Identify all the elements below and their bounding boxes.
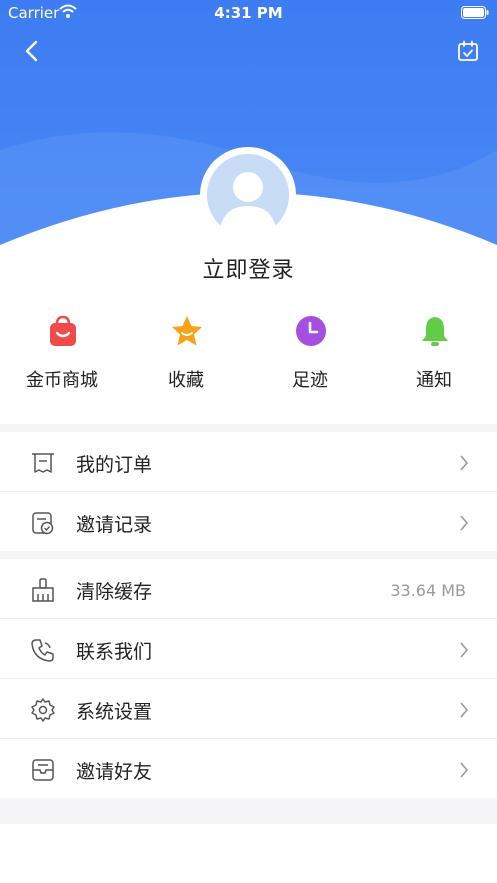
chevron-right-icon [460, 702, 469, 718]
shortcut-label: 通知 [416, 370, 452, 391]
order-icon [32, 453, 54, 473]
chevron-right-icon [460, 642, 469, 658]
phone-icon [31, 639, 54, 662]
status-bar: Carrier 4:31 PM [0, 0, 497, 26]
menu-item-contact-us[interactable]: 联系我们 [0, 619, 497, 679]
menu-label: 邀请好友 [76, 761, 153, 783]
menu-item-my-orders[interactable]: 我的订单 [0, 432, 497, 492]
menu-label: 我的订单 [76, 454, 153, 476]
shortcut-favorites[interactable]: 收藏 [124, 310, 248, 410]
section-divider [0, 798, 497, 824]
shortcut-notifications[interactable]: 通知 [372, 310, 496, 410]
shortcut-grid: 金币商城 收藏 足迹 通知 [0, 310, 497, 410]
shortcut-label: 足迹 [292, 370, 328, 391]
clock-time: 4:31 PM [214, 4, 283, 22]
chevron-right-icon [460, 455, 469, 471]
cache-size-value: 33.64 MB [390, 581, 466, 600]
default-user-icon [219, 172, 277, 236]
login-now-link[interactable]: 立即登录 [0, 252, 497, 284]
section-divider [0, 551, 497, 559]
broom-icon [32, 578, 54, 602]
bell-icon [422, 317, 448, 346]
avatar[interactable] [207, 154, 289, 236]
menu-label: 清除缓存 [76, 581, 153, 603]
calendar-check-icon[interactable] [457, 40, 479, 62]
menu-label: 联系我们 [76, 641, 153, 663]
menu-item-clear-cache[interactable]: 清除缓存 33.64 MB [0, 559, 497, 619]
shortcut-label: 金币商城 [26, 370, 98, 391]
shortcut-label: 收藏 [168, 370, 204, 391]
invite-record-icon [32, 512, 54, 535]
chevron-right-icon [460, 515, 469, 531]
menu-item-invite-friends[interactable]: 邀请好友 [0, 739, 497, 799]
menu-label: 邀请记录 [76, 514, 153, 536]
gear-icon [31, 698, 55, 722]
shortcut-history[interactable]: 足迹 [248, 310, 372, 410]
chevron-right-icon [460, 762, 469, 778]
section-divider [0, 424, 497, 432]
back-arrow-icon[interactable] [20, 38, 44, 64]
clock-icon [296, 316, 326, 346]
mail-icon [32, 759, 54, 781]
menu-item-system-settings[interactable]: 系统设置 [0, 679, 497, 739]
avatar-ring[interactable] [200, 147, 296, 243]
shopping-bag-icon [50, 315, 76, 346]
menu-label: 系统设置 [76, 701, 153, 723]
shortcut-coin-mall[interactable]: 金币商城 [0, 310, 124, 410]
battery-icon [461, 6, 489, 19]
star-icon [172, 316, 202, 346]
menu-item-invite-records[interactable]: 邀请记录 [0, 492, 497, 552]
